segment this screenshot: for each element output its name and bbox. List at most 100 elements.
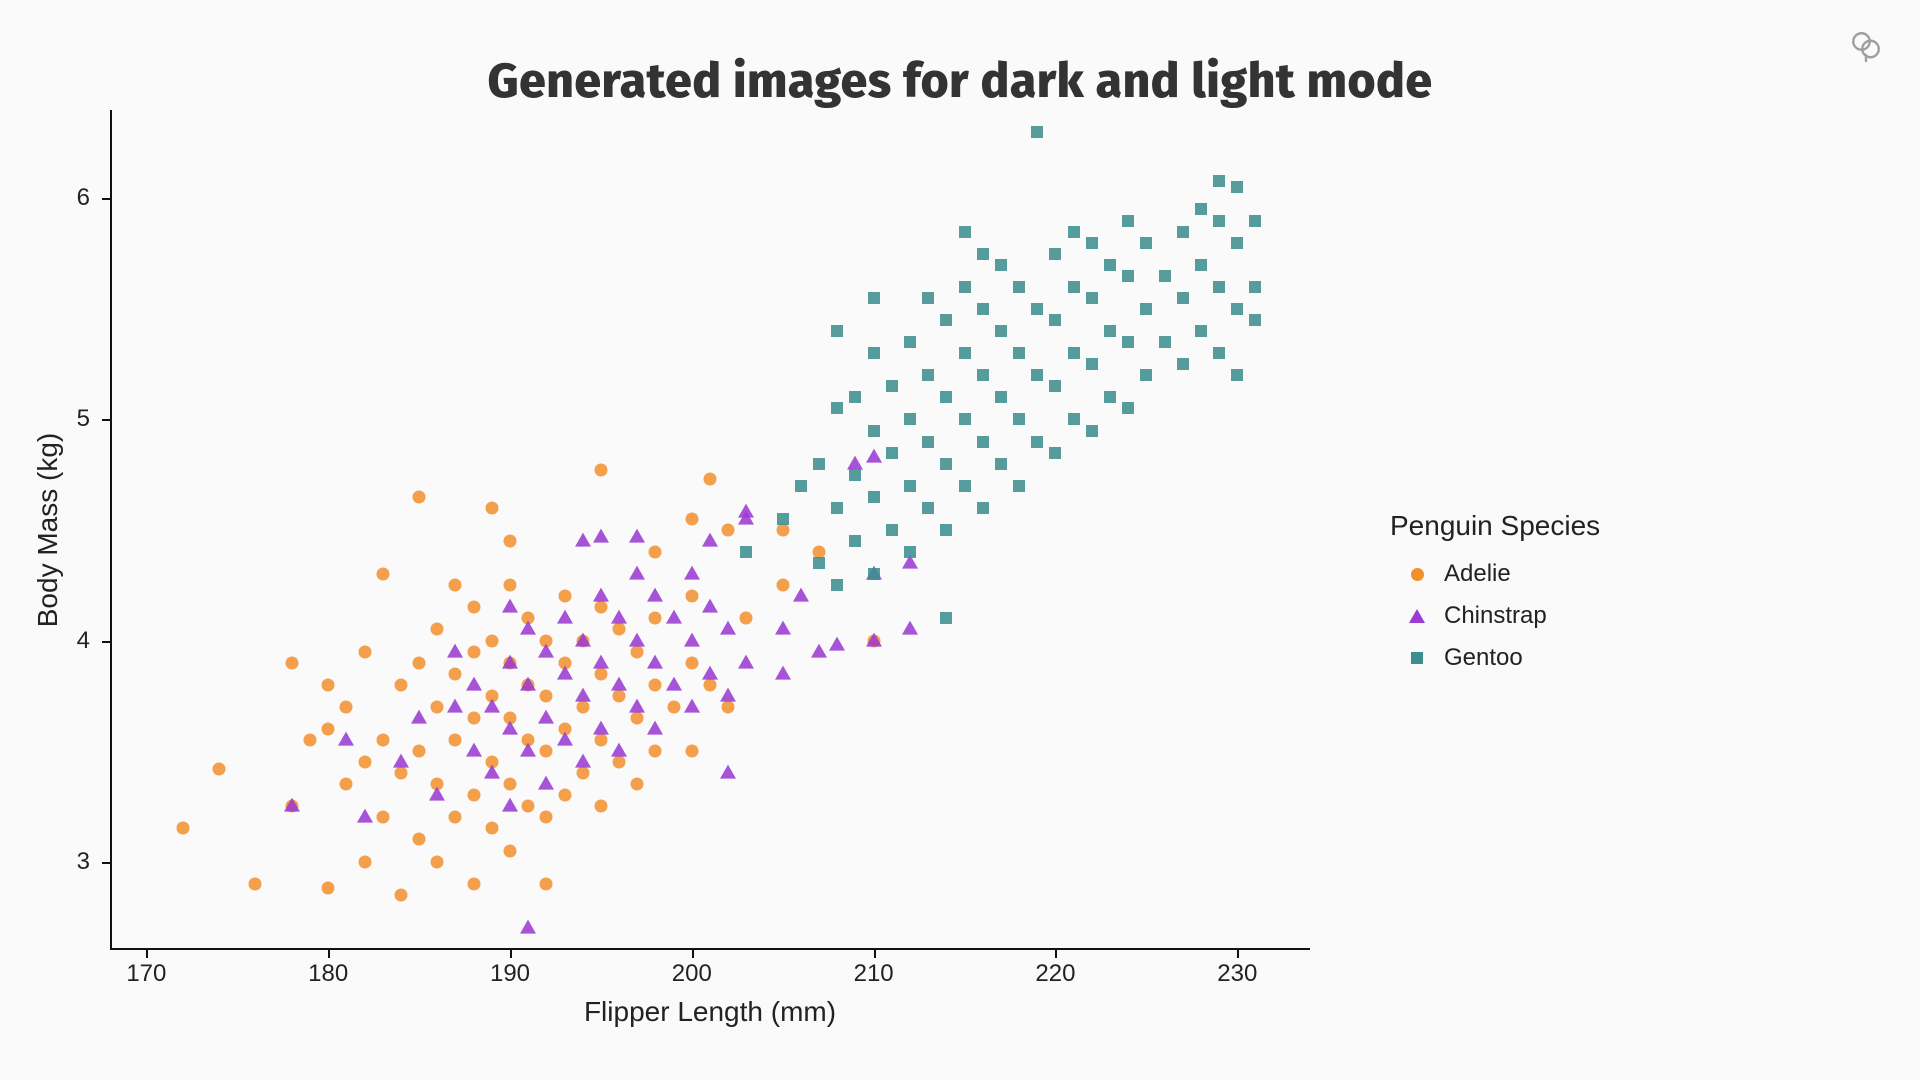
data-point-gentoo [1140, 369, 1152, 381]
legend-title: Penguin Species [1390, 510, 1600, 542]
data-point-adelie [376, 734, 389, 747]
data-point-adelie [394, 678, 407, 691]
data-point-gentoo [959, 413, 971, 425]
data-point-gentoo [995, 391, 1007, 403]
data-point-adelie [631, 711, 644, 724]
data-point-gentoo [1049, 447, 1061, 459]
data-point-chinstrap [629, 632, 645, 646]
data-point-adelie [485, 501, 498, 514]
data-point-gentoo [831, 502, 843, 514]
data-point-gentoo [959, 226, 971, 238]
data-point-adelie [431, 700, 444, 713]
data-point-adelie [576, 767, 589, 780]
data-point-chinstrap [684, 566, 700, 580]
data-point-chinstrap [866, 449, 882, 463]
x-tick [510, 950, 512, 958]
data-point-adelie [449, 734, 462, 747]
data-point-chinstrap [575, 687, 591, 701]
theme-toggle-icon [1848, 28, 1884, 64]
data-point-gentoo [977, 502, 989, 514]
data-point-adelie [649, 678, 662, 691]
data-point-gentoo [1086, 425, 1098, 437]
data-point-adelie [540, 689, 553, 702]
data-point-gentoo [940, 524, 952, 536]
x-tick-label: 180 [308, 960, 348, 988]
data-point-gentoo [1068, 413, 1080, 425]
data-point-adelie [394, 888, 407, 901]
data-point-chinstrap [866, 632, 882, 646]
data-point-adelie [540, 811, 553, 824]
data-point-chinstrap [684, 632, 700, 646]
data-point-adelie [467, 789, 480, 802]
data-point-adelie [504, 535, 517, 548]
data-point-chinstrap [629, 528, 645, 542]
data-point-adelie [304, 734, 317, 747]
data-point-gentoo [977, 369, 989, 381]
data-point-adelie [249, 877, 262, 890]
data-point-adelie [540, 745, 553, 758]
data-point-adelie [594, 800, 607, 813]
data-point-gentoo [1122, 215, 1134, 227]
data-point-adelie [722, 700, 735, 713]
x-tick-label: 190 [490, 960, 530, 988]
data-point-gentoo [959, 347, 971, 359]
data-point-gentoo [849, 391, 861, 403]
data-point-chinstrap [811, 643, 827, 657]
data-point-adelie [467, 877, 480, 890]
data-point-chinstrap [466, 676, 482, 690]
data-point-chinstrap [593, 654, 609, 668]
data-point-gentoo [1049, 380, 1061, 392]
data-point-adelie [685, 745, 698, 758]
y-tick-label: 5 [77, 405, 90, 433]
legend: Penguin Species Adelie Chinstrap Gentoo [1390, 510, 1600, 686]
legend-label: Adelie [1444, 560, 1511, 588]
data-point-chinstrap [720, 621, 736, 635]
data-point-gentoo [1013, 347, 1025, 359]
data-point-gentoo [1159, 336, 1171, 348]
square-icon [1408, 649, 1426, 667]
data-point-gentoo [868, 568, 880, 580]
data-point-adelie [340, 778, 353, 791]
data-point-gentoo [977, 436, 989, 448]
data-point-adelie [376, 811, 389, 824]
data-point-gentoo [922, 292, 934, 304]
data-point-adelie [413, 745, 426, 758]
data-point-adelie [213, 762, 226, 775]
data-point-gentoo [1031, 369, 1043, 381]
data-point-adelie [467, 645, 480, 658]
data-point-gentoo [1231, 181, 1243, 193]
data-point-chinstrap [611, 676, 627, 690]
x-tick-label: 210 [854, 960, 894, 988]
data-point-chinstrap [502, 721, 518, 735]
data-point-chinstrap [520, 743, 536, 757]
legend-label: Gentoo [1444, 644, 1523, 672]
data-point-adelie [594, 464, 607, 477]
data-point-adelie [485, 822, 498, 835]
data-point-gentoo [922, 369, 934, 381]
data-point-chinstrap [775, 621, 791, 635]
data-point-gentoo [1104, 391, 1116, 403]
data-point-chinstrap [702, 599, 718, 613]
data-point-adelie [322, 882, 335, 895]
data-point-chinstrap [557, 732, 573, 746]
data-point-gentoo [849, 469, 861, 481]
data-point-chinstrap [338, 732, 354, 746]
data-point-gentoo [1140, 303, 1152, 315]
data-point-gentoo [1031, 436, 1043, 448]
data-point-chinstrap [647, 654, 663, 668]
data-point-chinstrap [502, 654, 518, 668]
legend-item-adelie: Adelie [1408, 560, 1600, 588]
data-point-gentoo [940, 314, 952, 326]
data-point-chinstrap [484, 765, 500, 779]
data-point-chinstrap [557, 665, 573, 679]
data-point-adelie [685, 512, 698, 525]
data-point-chinstrap [520, 676, 536, 690]
data-point-gentoo [1159, 270, 1171, 282]
circle-icon [1408, 565, 1426, 583]
data-point-chinstrap [611, 610, 627, 624]
theme-toggle-button[interactable] [1848, 28, 1884, 64]
data-point-gentoo [1049, 248, 1061, 260]
data-point-adelie [649, 745, 662, 758]
data-point-gentoo [977, 303, 989, 315]
data-point-gentoo [1068, 347, 1080, 359]
